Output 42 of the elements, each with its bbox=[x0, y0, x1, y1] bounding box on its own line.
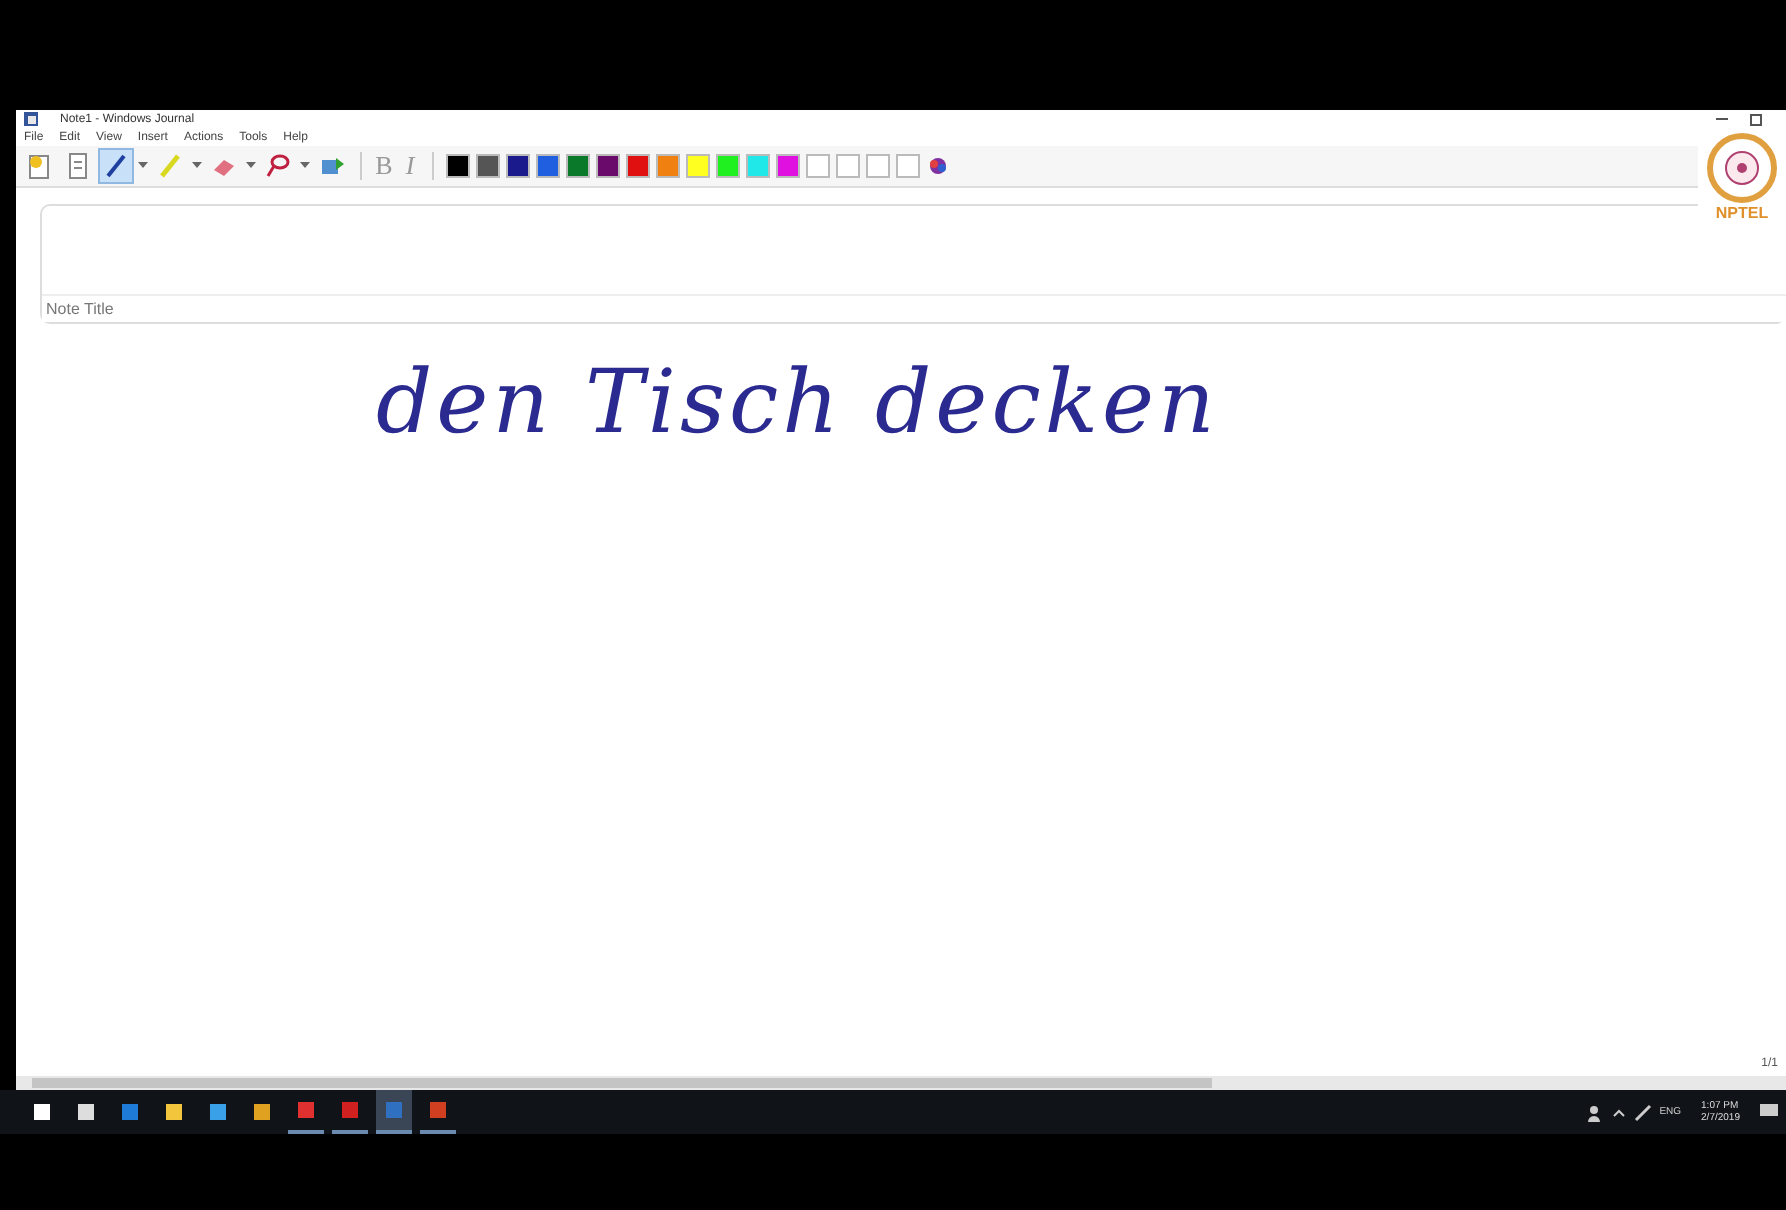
new-note-icon bbox=[26, 152, 54, 180]
color-swatch[interactable] bbox=[776, 154, 800, 178]
pen-icon bbox=[102, 152, 130, 180]
maximize-icon[interactable] bbox=[1750, 113, 1762, 125]
color-swatch[interactable] bbox=[836, 154, 860, 178]
journal-app-icon bbox=[24, 112, 38, 126]
color-swatch[interactable] bbox=[686, 154, 710, 178]
chevron-up-icon[interactable] bbox=[1611, 1107, 1626, 1117]
logo-text: NPTEL bbox=[1715, 204, 1769, 222]
color-swatch[interactable] bbox=[806, 154, 830, 178]
color-swatch[interactable] bbox=[446, 154, 470, 178]
color-swatch[interactable] bbox=[596, 154, 620, 178]
color-swatch[interactable] bbox=[866, 154, 890, 178]
color-swatch[interactable] bbox=[566, 154, 590, 178]
highlighter-icon bbox=[156, 152, 184, 180]
wheel-logo-icon bbox=[1706, 132, 1778, 204]
page-icon bbox=[64, 152, 92, 180]
color-swatch[interactable] bbox=[506, 154, 530, 178]
color-swatch[interactable] bbox=[476, 154, 500, 178]
color-swatch[interactable] bbox=[716, 154, 740, 178]
horizontal-scrollbar[interactable] bbox=[16, 1076, 1786, 1090]
insert-icon bbox=[318, 152, 346, 180]
network-icon[interactable] bbox=[1633, 1103, 1652, 1121]
note-title-field[interactable]: Note Title bbox=[42, 294, 1786, 322]
people-icon[interactable] bbox=[1585, 1103, 1604, 1121]
color-swatch[interactable] bbox=[536, 154, 560, 178]
notification-icon[interactable] bbox=[1760, 1104, 1778, 1120]
handwritten-ink: den Tisch decken bbox=[376, 352, 1221, 454]
color-swatch[interactable] bbox=[896, 154, 920, 178]
dropdown-caret-icon[interactable] bbox=[138, 162, 148, 170]
lasso-icon bbox=[264, 152, 292, 180]
lasso-tool-button[interactable] bbox=[262, 150, 294, 182]
color-swatch[interactable] bbox=[746, 154, 770, 178]
dropdown-caret-icon[interactable] bbox=[192, 162, 202, 170]
color-swatch[interactable] bbox=[656, 154, 680, 178]
dropdown-caret-icon[interactable] bbox=[300, 162, 310, 170]
color-picker-icon[interactable] bbox=[926, 156, 950, 176]
color-swatch[interactable] bbox=[626, 154, 650, 178]
journal-taskbar-icon[interactable] bbox=[376, 1090, 412, 1134]
minimize-icon[interactable] bbox=[1716, 117, 1728, 121]
pen-tool-button[interactable] bbox=[100, 150, 132, 182]
dropdown-caret-icon[interactable] bbox=[246, 162, 256, 170]
